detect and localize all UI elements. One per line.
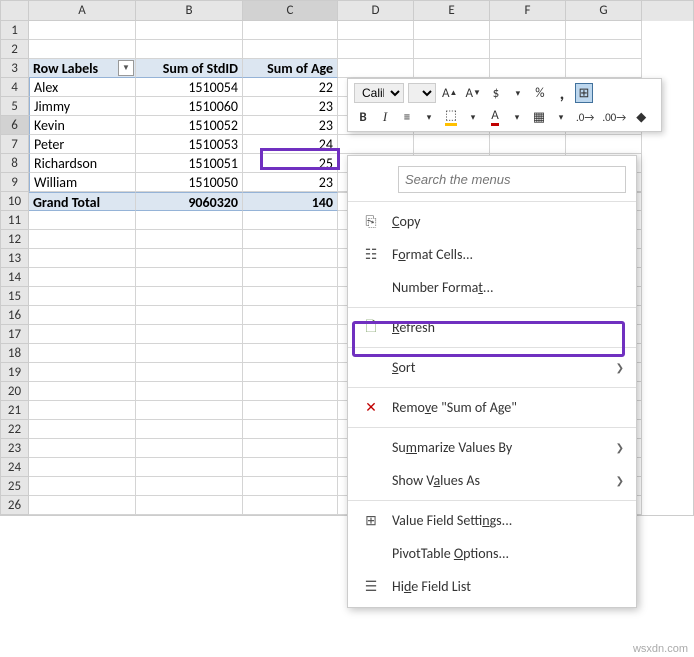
pivot-stdid-header[interactable]: Sum of StdID: [136, 59, 243, 78]
pivot-age-header[interactable]: Sum of Age: [243, 59, 338, 78]
row-header[interactable]: 4: [1, 78, 29, 97]
row-header[interactable]: 20: [1, 382, 29, 401]
italic-button[interactable]: I: [376, 107, 394, 127]
column-headers: A B C D E F G: [1, 1, 693, 21]
selected-cell[interactable]: 23: [243, 116, 338, 135]
refresh-icon: 🗋: [358, 316, 384, 340]
pivot-row-label[interactable]: Alex: [29, 78, 136, 97]
pivot-row-label[interactable]: Kevin: [29, 116, 136, 135]
row-header[interactable]: 21: [1, 401, 29, 420]
row-header[interactable]: 3: [1, 59, 29, 78]
row-header[interactable]: 14: [1, 268, 29, 287]
row-header[interactable]: 17: [1, 325, 29, 344]
row-header[interactable]: 19: [1, 363, 29, 382]
clear-format-icon[interactable]: ◆: [632, 107, 650, 127]
increase-font-icon[interactable]: A▲: [440, 83, 459, 103]
context-menu: ⎘ Copy ☷ Format Cells... Number Format..…: [347, 155, 637, 608]
col-header-a[interactable]: A: [29, 1, 136, 21]
row-header[interactable]: 9: [1, 173, 29, 192]
settings-icon: ⊞: [358, 512, 384, 529]
fill-color-icon[interactable]: ⬚: [442, 107, 460, 127]
menu-pivottable-options[interactable]: PivotTable Options...: [348, 537, 636, 570]
menu-remove-field[interactable]: ✕ Remove "Sum of Age": [348, 391, 636, 424]
font-size-select[interactable]: 11: [408, 83, 436, 103]
grand-total-label[interactable]: Grand Total: [29, 192, 136, 211]
row-header[interactable]: 8: [1, 154, 29, 173]
menu-hide-field-list[interactable]: ☰ Hide Field List: [348, 570, 636, 603]
menu-number-format[interactable]: Number Format...: [348, 271, 636, 304]
row-header[interactable]: 22: [1, 420, 29, 439]
menu-copy[interactable]: ⎘ Copy: [348, 205, 636, 238]
menu-search-box[interactable]: [398, 166, 626, 193]
copy-icon: ⎘: [358, 213, 384, 230]
row-header[interactable]: 15: [1, 287, 29, 306]
row-header[interactable]: 10: [1, 192, 29, 211]
col-header-d[interactable]: D: [338, 1, 414, 21]
row-header[interactable]: 5: [1, 97, 29, 116]
pivot-row-label[interactable]: Jimmy: [29, 97, 136, 116]
pivot-row-label[interactable]: Richardson: [29, 154, 136, 173]
increase-decimal-icon[interactable]: .0→: [574, 107, 596, 127]
menu-show-values-as[interactable]: Show Values As ❯: [348, 464, 636, 497]
font-family-select[interactable]: Calibri: [354, 83, 404, 103]
pivot-rowlabels-header[interactable]: Row Labels▼: [29, 59, 136, 78]
currency-icon[interactable]: $: [487, 83, 505, 103]
list-icon: ☰: [358, 578, 384, 595]
row-header[interactable]: 12: [1, 230, 29, 249]
row-header[interactable]: 24: [1, 458, 29, 477]
row-header[interactable]: 11: [1, 211, 29, 230]
mini-toolbar: Calibri 11 A▲ A▼ $ ▾ % , ⊞ B I ≡ ▾ ⬚ ▾ A…: [347, 78, 662, 132]
percent-icon[interactable]: %: [531, 83, 549, 103]
row-header[interactable]: 2: [1, 40, 29, 59]
chevron-right-icon: ❯: [616, 441, 624, 454]
row-header[interactable]: 13: [1, 249, 29, 268]
menu-field-settings[interactable]: ⊞ Value Field Settings...: [348, 504, 636, 537]
row-header[interactable]: 26: [1, 496, 29, 515]
font-color-icon[interactable]: A: [486, 107, 504, 127]
row-header[interactable]: 1: [1, 21, 29, 40]
pivot-row-label[interactable]: Peter: [29, 135, 136, 154]
remove-icon: ✕: [358, 399, 384, 416]
borders-icon[interactable]: ▦: [530, 107, 548, 127]
row-header[interactable]: 18: [1, 344, 29, 363]
col-header-b[interactable]: B: [136, 1, 243, 21]
format-painter-icon[interactable]: ⊞: [575, 83, 593, 103]
chevron-right-icon: ❯: [616, 361, 624, 374]
dropdown-separator-icon[interactable]: ▾: [509, 83, 527, 103]
pivot-row-label[interactable]: William: [29, 173, 136, 192]
col-header-c[interactable]: C: [243, 1, 338, 21]
col-header-e[interactable]: E: [414, 1, 490, 21]
select-all-corner[interactable]: [1, 1, 29, 21]
search-input[interactable]: [405, 172, 619, 187]
comma-style-icon[interactable]: ,: [553, 83, 571, 103]
decrease-decimal-icon[interactable]: .00→: [600, 107, 628, 127]
col-header-f[interactable]: F: [490, 1, 566, 21]
row-header[interactable]: 7: [1, 135, 29, 154]
chevron-right-icon: ❯: [616, 474, 624, 487]
row-header[interactable]: 16: [1, 306, 29, 325]
align-icon[interactable]: ≡: [398, 107, 416, 127]
watermark: wsxdn.com: [633, 643, 688, 655]
menu-refresh[interactable]: 🗋 Refresh: [348, 311, 636, 344]
row-header[interactable]: 6: [1, 116, 29, 135]
decrease-font-icon[interactable]: A▼: [463, 83, 482, 103]
menu-summarize-values[interactable]: Summarize Values By ❯: [348, 431, 636, 464]
format-cells-icon: ☷: [358, 246, 384, 263]
filter-dropdown-icon[interactable]: ▼: [118, 60, 134, 76]
col-header-g[interactable]: G: [566, 1, 642, 21]
menu-sort[interactable]: Sort ❯: [348, 351, 636, 384]
bold-button[interactable]: B: [354, 107, 372, 127]
row-header[interactable]: 23: [1, 439, 29, 458]
row-header[interactable]: 25: [1, 477, 29, 496]
menu-format-cells[interactable]: ☷ Format Cells...: [348, 238, 636, 271]
